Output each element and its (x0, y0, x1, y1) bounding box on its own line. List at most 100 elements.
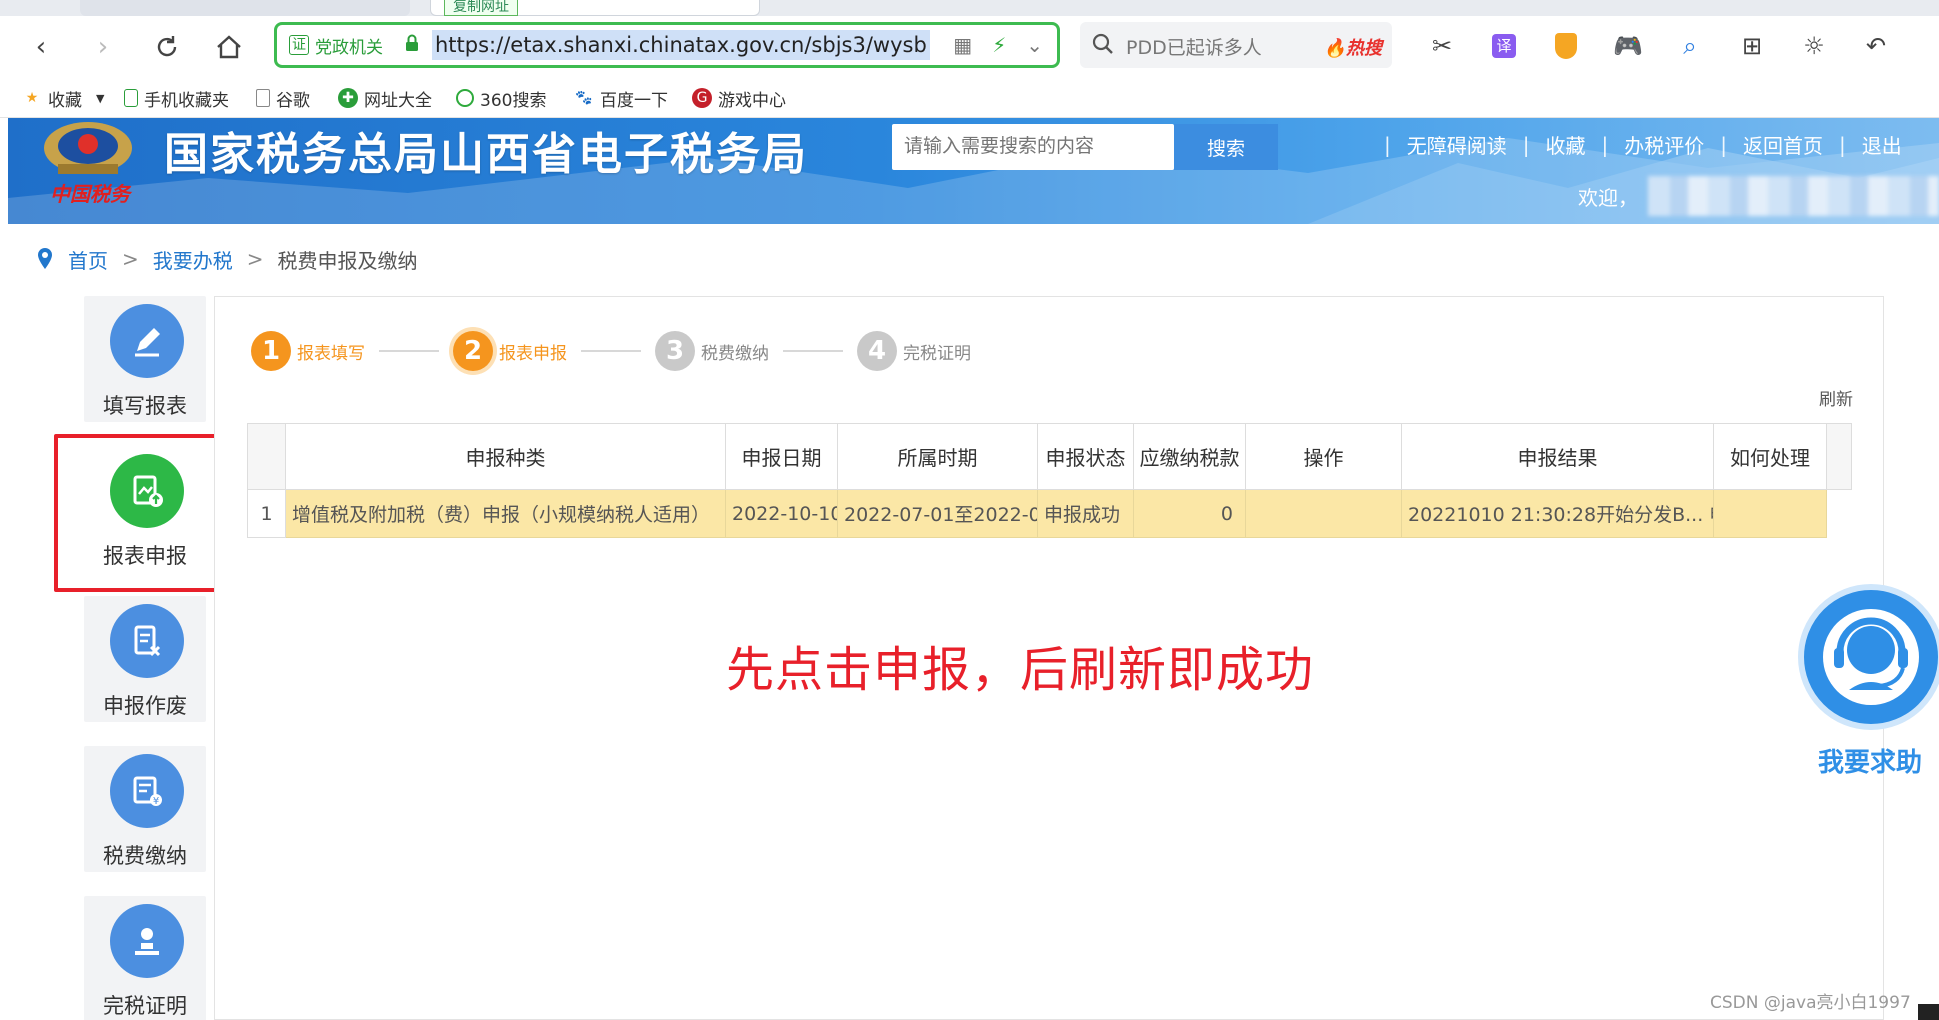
column-header-type: 申报种类 (285, 423, 726, 490)
table-header-row: 申报种类 申报日期 所属时期 申报状态 应缴纳税款 操作 申报结果 如何处理 (247, 423, 1852, 490)
username-redacted (1648, 176, 1939, 216)
undo-icon[interactable]: ↶ (1854, 30, 1898, 62)
step-pay-tax[interactable]: 3 税费缴纳 (655, 331, 769, 371)
cell-action[interactable] (1245, 489, 1402, 538)
sidebar-item-fill-report[interactable]: 填写报表 (84, 296, 206, 422)
star-icon: ★ (25, 90, 39, 106)
help-label[interactable]: 我要求助 (1818, 742, 1922, 779)
watermark: CSDN @java亮小白1997 (1710, 993, 1911, 1013)
headset-agent-icon (1823, 609, 1919, 705)
hot-search-badge[interactable]: 🔥热搜 (1324, 34, 1382, 60)
site-title: 国家税务总局山西省电子税务局 (164, 129, 808, 180)
cell-result: 20221010 21:30:28开始分发B... 申报成 (1401, 489, 1714, 538)
instruction-annotation: 先点击申报，后刷新即成功 (726, 642, 1315, 698)
find-icon[interactable]: ⌕ (1668, 30, 1712, 62)
back-icon[interactable]: ‹ (24, 30, 58, 64)
logout-link[interactable]: 退出 (1862, 130, 1902, 159)
site-search-input[interactable] (892, 124, 1174, 170)
search-icon (1092, 33, 1113, 54)
back-home-link[interactable]: 返回首页 (1743, 130, 1823, 159)
refresh-link[interactable]: 刷新 (1819, 385, 1853, 410)
scissors-icon[interactable]: ✂ (1420, 30, 1464, 62)
cell-status: 申报成功 (1037, 489, 1134, 538)
cert-icon: 证 (289, 35, 309, 55)
translate-icon[interactable]: 译 (1482, 30, 1526, 62)
shield-icon[interactable] (1544, 30, 1588, 62)
location-pin-icon (38, 248, 52, 269)
corner-marker (1918, 1004, 1939, 1020)
reload-icon[interactable] (150, 30, 184, 64)
column-header-result: 申报结果 (1401, 423, 1714, 490)
sidebar-item-label: 填写报表 (103, 394, 187, 418)
step-number: 3 (655, 331, 695, 371)
sidebar-item-tax-certificate[interactable]: 完税证明 (84, 896, 206, 1020)
lock-icon (406, 34, 418, 51)
sidebar-item-label: 完税证明 (103, 994, 187, 1018)
cert-badge: 证 党政机关 (289, 33, 383, 58)
bookmark-item[interactable]: 谷歌 (256, 85, 310, 111)
column-header-tax-due: 应缴纳税款 (1133, 423, 1246, 490)
column-header-index (247, 423, 286, 490)
game-controller-icon[interactable]: 🎮 (1606, 30, 1650, 62)
progress-steps: 1 报表填写 2 报表申报 3 税费缴纳 4 完税证明 (251, 327, 971, 375)
qr-code-icon[interactable]: ▦ (953, 33, 972, 57)
site-header: 中国税务 国家税务总局山西省电子税务局 搜索 |无障碍阅读 |收藏 |办税评价 … (8, 118, 1939, 224)
document-cancel-icon (110, 604, 184, 678)
step-number: 1 (251, 331, 291, 371)
sidebar-item-tax-payment[interactable]: ¥ 税费缴纳 (84, 746, 206, 872)
browser-search-box[interactable]: PDD已起诉多人 🔥热搜 (1080, 22, 1392, 68)
breadcrumb-home[interactable]: 首页 (68, 245, 108, 274)
phone-icon (124, 89, 138, 107)
site-search-box (892, 124, 1174, 170)
home-icon[interactable] (212, 30, 246, 64)
apps-grid-icon[interactable]: ⊞ (1730, 30, 1774, 62)
table-row[interactable]: 1 增值税及附加税（费）申报（小规模纳税人适用） 2022-10-10 2022… (247, 489, 1852, 538)
copy-url-chip[interactable]: 复制网址 (444, 0, 518, 16)
bookmark-item[interactable]: 手机收藏夹 (124, 85, 229, 111)
paw-icon: 🐾 (575, 90, 593, 106)
payment-icon: ¥ (110, 754, 184, 828)
breadcrumb-separator: > (122, 247, 139, 271)
brightness-icon[interactable]: ☼ (1792, 30, 1836, 62)
bookmark-item[interactable]: 360搜索 (456, 85, 546, 111)
column-header-date: 申报日期 (725, 423, 838, 490)
step-number: 4 (857, 331, 897, 371)
step-submit-report[interactable]: 2 报表申报 (453, 331, 567, 371)
step-number: 2 (453, 331, 493, 371)
chevron-down-icon[interactable]: ⌄ (1026, 33, 1043, 57)
sidebar-item-void-declaration[interactable]: 申报作废 (84, 596, 206, 722)
bookmark-item[interactable]: ★ 收藏 ▼ (22, 85, 105, 111)
bookmark-item[interactable]: 🐾 百度一下 (574, 85, 668, 111)
step-connector (783, 350, 843, 352)
site-search-button[interactable]: 搜索 (1174, 124, 1278, 170)
accessibility-link[interactable]: 无障碍阅读 (1407, 130, 1507, 159)
help-button[interactable] (1798, 584, 1939, 730)
bookmark-item[interactable]: G 游戏中心 (692, 85, 786, 111)
step-label: 报表申报 (499, 343, 567, 364)
sidebar-item-label: 申报作废 (103, 694, 187, 718)
address-bar[interactable]: 证 党政机关 https://etax.shanxi.chinatax.gov.… (274, 22, 1060, 68)
tax-emblem-logo (44, 122, 132, 174)
bolt-icon[interactable]: ⚡ (992, 33, 1006, 57)
cell-period: 2022-07-01至2022-09- (837, 489, 1038, 538)
welcome-text: 欢迎， (1578, 186, 1638, 210)
step-tax-certificate[interactable]: 4 完税证明 (857, 331, 971, 371)
page-icon (256, 89, 270, 107)
cell-empty (1826, 489, 1852, 538)
step-label: 税费缴纳 (701, 343, 769, 364)
bookmark-item[interactable]: ✚ 网址大全 (338, 85, 432, 111)
forward-icon[interactable]: › (86, 30, 120, 64)
column-header-status: 申报状态 (1037, 423, 1134, 490)
url-text[interactable]: https://etax.shanxi.chinatax.gov.cn/sbjs… (432, 30, 930, 60)
cell-handling[interactable] (1713, 489, 1827, 538)
favorite-link[interactable]: 收藏 (1546, 130, 1586, 159)
rating-link[interactable]: 办税评价 (1624, 130, 1704, 159)
browser-navbar: ‹ › 证 党政机关 https://etax.shanxi.chinatax.… (0, 16, 1939, 78)
pencil-icon (110, 304, 184, 378)
logo-script: 中国税务 (50, 182, 130, 206)
step-fill-report[interactable]: 1 报表填写 (251, 331, 365, 371)
browser-tab[interactable] (80, 0, 410, 16)
step-label: 报表填写 (297, 343, 365, 364)
breadcrumb-tax-service[interactable]: 我要办税 (153, 245, 233, 274)
column-header-action: 操作 (1245, 423, 1402, 490)
